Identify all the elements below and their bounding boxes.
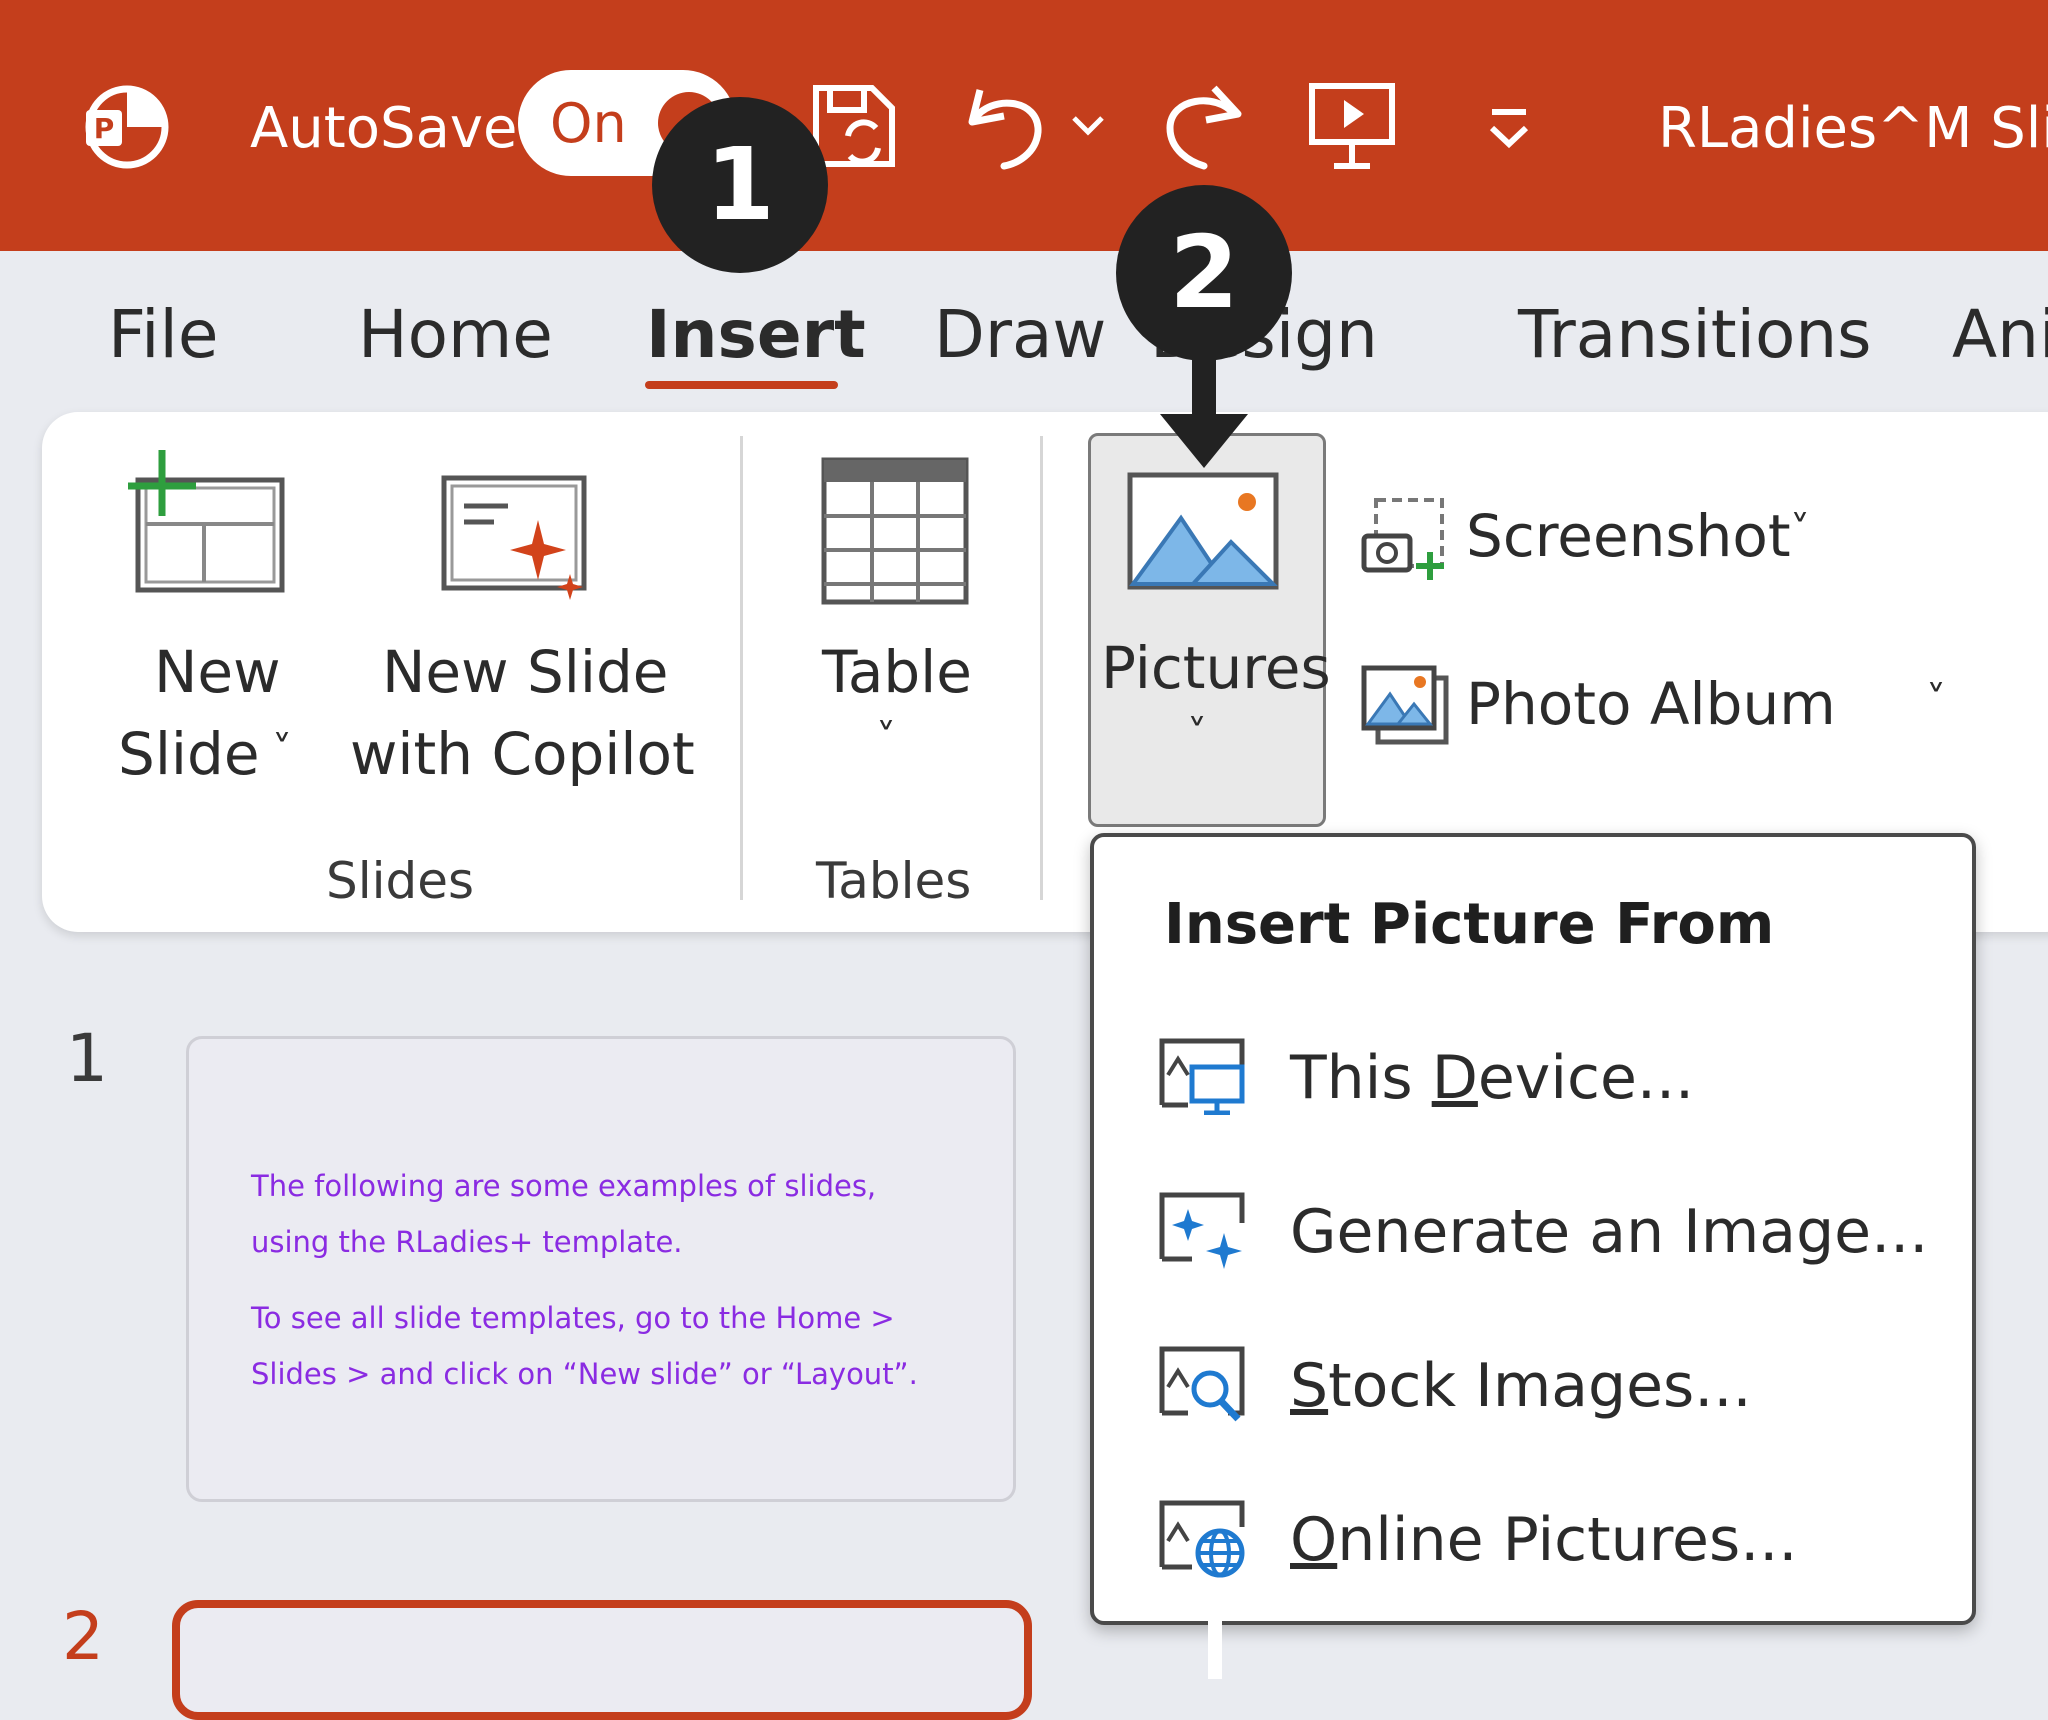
picture-icon — [1127, 472, 1279, 595]
stock-images-icon — [1158, 1343, 1248, 1432]
new-slide-label-line2: Slide — [118, 720, 260, 788]
slide-text-line: The following are some examples of slide… — [251, 1169, 877, 1203]
label-part: nline Pictures... — [1337, 1505, 1798, 1575]
menu-item-online-pictures[interactable]: Online Pictures... — [1094, 1475, 1964, 1605]
tab-transitions[interactable]: Transitions — [1518, 296, 1872, 373]
label-part: evice... — [1477, 1043, 1695, 1113]
menu-item-stock-images[interactable]: Stock Images... — [1094, 1321, 1964, 1451]
tab-home[interactable]: Home — [358, 296, 553, 373]
generate-image-icon — [1158, 1189, 1248, 1278]
access-key: D — [1431, 1043, 1478, 1113]
photo-album-chevron-icon: ˅ — [1926, 678, 1946, 724]
new-slide-with-copilot-button[interactable]: New Slide with Copilot — [346, 440, 696, 800]
group-label-slides: Slides — [326, 852, 475, 910]
pictures-button[interactable]: Pictures ˅ — [1088, 433, 1331, 827]
autosave-label: AutoSave — [250, 96, 518, 161]
pictures-label: Pictures — [1101, 634, 1331, 702]
label-part: This — [1290, 1043, 1432, 1113]
customize-toolbar-icon[interactable] — [1484, 104, 1534, 159]
new-slide-copilot-label-line2: with Copilot — [350, 720, 695, 788]
new-slide-chevron-icon: ˅ — [272, 728, 292, 774]
generate-image-label: Generate an Image... — [1290, 1197, 1929, 1267]
label-part: tock Images... — [1328, 1351, 1752, 1421]
redo-icon[interactable] — [1158, 80, 1248, 175]
autosave-state: On — [550, 92, 627, 155]
new-slide-label-line1: New — [154, 638, 281, 706]
table-icon — [820, 456, 970, 611]
slide-thumbnail-1[interactable]: The following are some examples of slide… — [186, 1036, 1016, 1502]
slide-text-line: using the RLadies+ template. — [251, 1225, 683, 1259]
tab-insert[interactable]: Insert — [646, 296, 866, 373]
stock-images-label: Stock Images... — [1290, 1351, 1752, 1421]
photo-album-label: Photo Album — [1466, 670, 1836, 738]
slide-number: 1 — [66, 1020, 108, 1097]
menu-item-this-device[interactable]: This Device... — [1094, 1013, 1964, 1143]
online-pictures-icon — [1158, 1497, 1248, 1586]
slide-text-line: Slides > and click on “New slide” or “La… — [251, 1357, 918, 1391]
screenshot-icon — [1360, 496, 1450, 589]
screenshot-button[interactable]: Screenshot ˅ — [1356, 486, 1836, 586]
copilot-slide-icon — [438, 470, 598, 615]
slide-text-line: To see all slide templates, go to the Ho… — [251, 1301, 895, 1335]
new-slide-button[interactable]: New Slide ˅ — [104, 440, 334, 800]
powerpoint-logo-icon[interactable]: P — [82, 82, 172, 177]
table-button[interactable]: Table ˅ — [790, 440, 1000, 800]
undo-dropdown-chevron-icon[interactable] — [1068, 110, 1108, 145]
photo-album-icon — [1360, 664, 1450, 753]
group-divider — [1040, 436, 1043, 900]
slide-number: 2 — [62, 1598, 104, 1675]
undo-icon[interactable] — [960, 80, 1050, 175]
photo-album-button[interactable]: Photo Album ˅ — [1356, 654, 1976, 764]
active-tab-indicator — [645, 381, 838, 389]
step-badge-2: 2 — [1116, 185, 1292, 361]
tab-draw[interactable]: Draw — [934, 296, 1106, 373]
document-title: RLadies^M Sli — [1658, 96, 2048, 161]
group-label-tables: Tables — [816, 852, 972, 910]
present-from-beginning-icon[interactable] — [1306, 80, 1398, 177]
access-key: S — [1290, 1351, 1329, 1421]
insert-picture-dropdown: Insert Picture From This Device... Gener… — [1090, 833, 1976, 1625]
screenshot-chevron-icon: ˅ — [1790, 508, 1810, 554]
this-device-label: This Device... — [1290, 1043, 1694, 1113]
access-key: O — [1290, 1505, 1338, 1575]
scrollbar-stub[interactable] — [1208, 1604, 1222, 1679]
slide-thumbnail-2-selected[interactable] — [172, 1600, 1032, 1720]
this-device-icon — [1158, 1035, 1248, 1120]
menu-item-generate-image[interactable]: Generate an Image... — [1094, 1167, 1964, 1297]
tab-animations[interactable]: Ani — [1952, 296, 2048, 373]
online-pictures-label: Online Pictures... — [1290, 1505, 1797, 1575]
new-slide-copilot-label-line1: New Slide — [382, 638, 669, 706]
dropdown-header: Insert Picture From — [1164, 892, 1775, 957]
table-chevron-icon: ˅ — [876, 716, 896, 762]
svg-text:P: P — [94, 112, 115, 145]
tab-file[interactable]: File — [108, 296, 218, 373]
new-slide-icon — [124, 446, 294, 601]
screenshot-label: Screenshot — [1466, 502, 1791, 570]
down-arrow-icon — [1154, 340, 1254, 479]
pictures-chevron-icon: ˅ — [1187, 712, 1207, 758]
group-divider — [740, 436, 743, 900]
step-badge-1: 1 — [652, 97, 828, 273]
table-label: Table — [822, 638, 972, 706]
